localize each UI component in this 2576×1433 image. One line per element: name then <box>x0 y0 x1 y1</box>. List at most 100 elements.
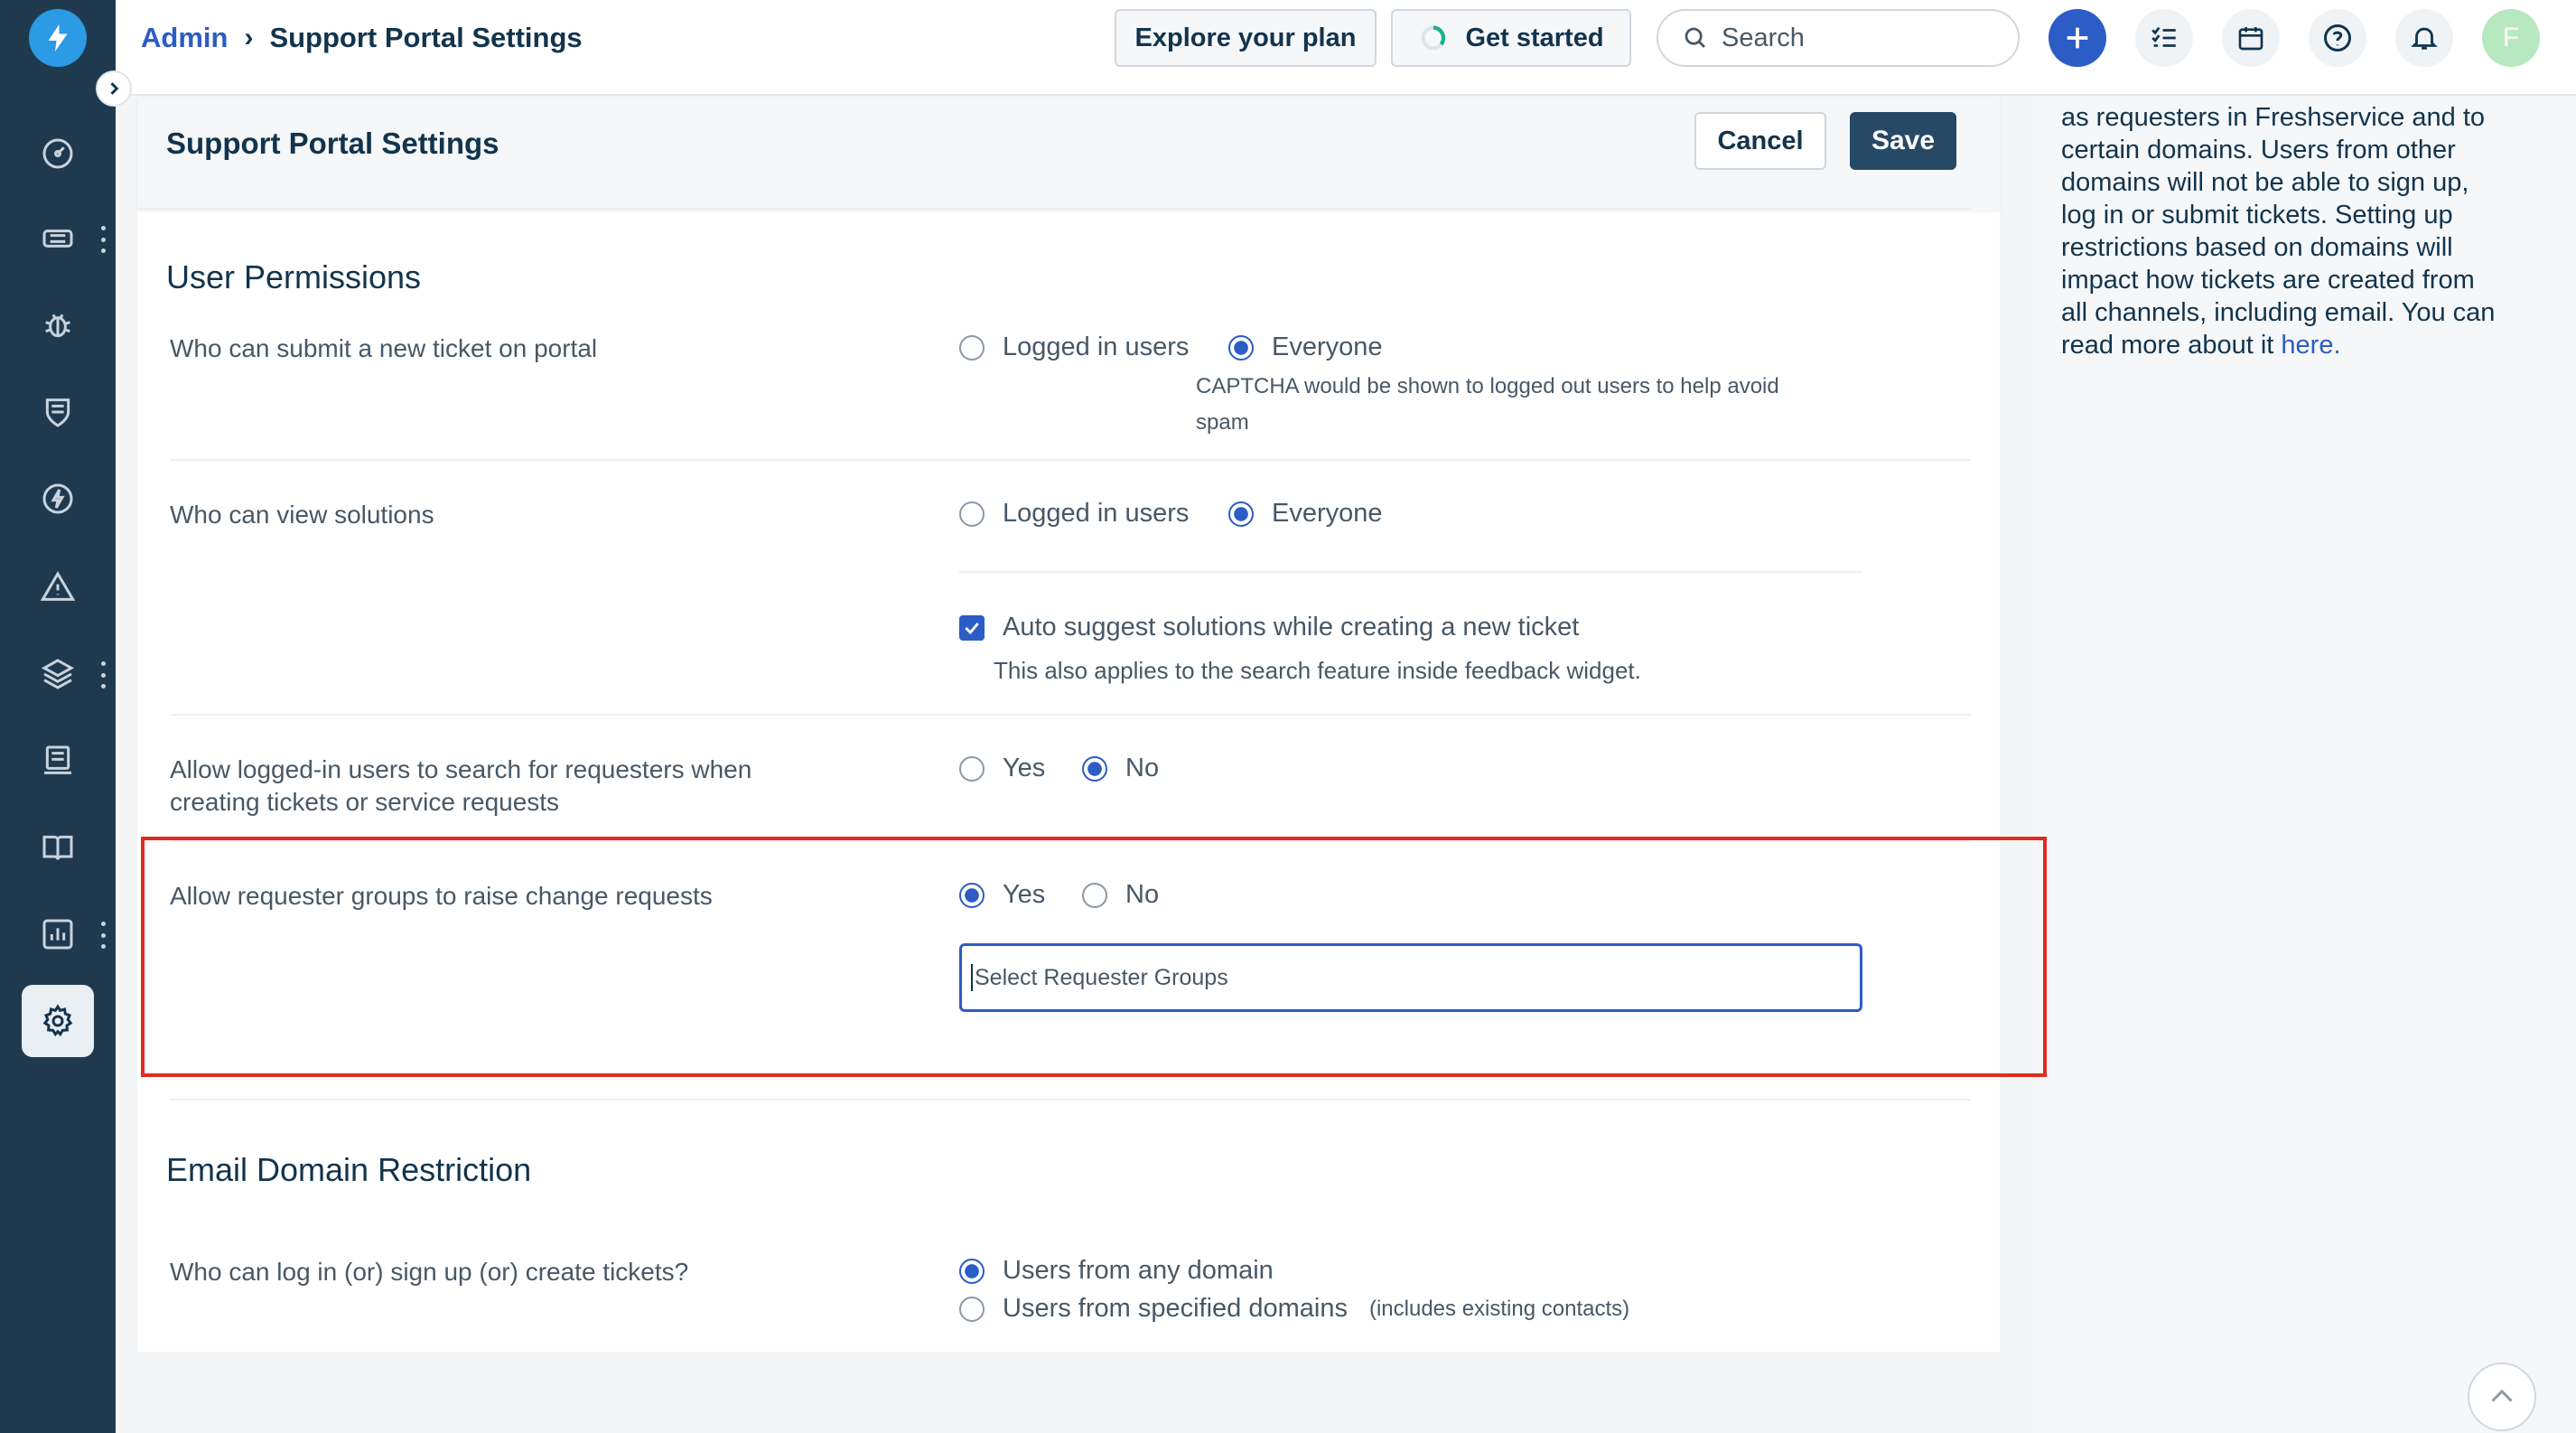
captcha-hint: CAPTCHA would be shown to logged out use… <box>1196 369 1779 441</box>
breadcrumb-current: Support Portal Settings <box>269 22 583 53</box>
bell-icon <box>2411 27 2438 50</box>
help-line-prefix: read more about it <box>2061 331 2282 360</box>
divider <box>137 208 1971 210</box>
projects-icon[interactable] <box>29 732 87 790</box>
radio-label: No <box>1125 754 1160 782</box>
cancel-button[interactable]: Cancel <box>1694 112 1826 170</box>
progress-ring-icon <box>1421 25 1446 51</box>
help-line: log in or submit tickets. Setting up <box>2061 201 2453 229</box>
specified-domains-radio[interactable]: Users from specified domains (includes e… <box>959 1294 1629 1324</box>
calendar-icon <box>2238 27 2263 51</box>
divider <box>170 1099 1971 1101</box>
submit-ticket-everyone-radio[interactable]: Everyone <box>1228 332 1383 362</box>
radio-label: Users from any domain <box>1003 1256 1274 1285</box>
alerts-icon[interactable] <box>29 558 87 616</box>
specified-domains-note: (includes existing contacts) <box>1368 1296 1630 1321</box>
get-started-label: Get started <box>1465 23 1604 52</box>
radio-label: Users from specified domains <box>1003 1294 1348 1323</box>
submit-ticket-label: Who can submit a new ticket on portal <box>170 334 598 362</box>
help-question-icon <box>2324 24 2351 52</box>
auto-suggest-hint: This also applies to the search feature … <box>994 657 1641 684</box>
view-solutions-everyone-radio[interactable]: Everyone <box>1228 499 1383 529</box>
tickets-more-icon[interactable] <box>98 226 108 253</box>
get-started-button[interactable]: Get started <box>1391 9 1631 67</box>
solutions-icon[interactable] <box>29 819 87 876</box>
help-line: impact how tickets are created from <box>2061 266 2475 295</box>
expand-nav-button[interactable] <box>96 70 132 107</box>
email-domain-heading: Email Domain Restriction <box>166 1151 532 1188</box>
help-line: read more about it here. <box>2061 329 2567 361</box>
left-nav <box>0 0 116 1433</box>
search-requesters-label-line: Allow logged-in users to search for requ… <box>170 755 752 783</box>
radio-label: Logged in users <box>1003 499 1190 528</box>
breadcrumb-separator: › <box>244 23 254 52</box>
plus-icon <box>2067 27 2088 49</box>
view-solutions-logged-in-radio[interactable]: Logged in users <box>959 499 1189 529</box>
submit-ticket-logged-in-radio[interactable]: Logged in users <box>959 332 1189 362</box>
admin-gear-icon[interactable] <box>22 985 94 1057</box>
checkbox-checked[interactable] <box>959 614 985 641</box>
highlight-box <box>141 837 2047 1077</box>
help-panel: as requesters in Freshservice and to cer… <box>2032 98 2576 1433</box>
search-input[interactable]: Search <box>1657 9 2020 67</box>
radio-button[interactable] <box>959 1296 985 1322</box>
radio-button[interactable] <box>959 1258 985 1284</box>
divider <box>170 714 1971 716</box>
divider <box>959 571 1862 573</box>
divider <box>170 459 1971 461</box>
chevron-right-icon <box>110 82 119 95</box>
reports-icon[interactable] <box>29 905 87 963</box>
help-here-link[interactable]: here. <box>2281 331 2340 360</box>
captcha-hint-line: CAPTCHA would be shown to logged out use… <box>1196 374 1779 398</box>
panel-title: Support Portal Settings <box>166 126 499 160</box>
view-solutions-label: Who can view solutions <box>170 501 434 529</box>
top-bar: Admin › Support Portal Settings Explore … <box>116 0 2576 96</box>
assets-more-icon[interactable] <box>98 661 108 688</box>
breadcrumb: Admin › Support Portal Settings <box>141 22 583 54</box>
radio-button[interactable] <box>959 501 985 527</box>
notifications-button[interactable] <box>2395 9 2453 67</box>
radio-button[interactable] <box>1082 755 1107 782</box>
auto-suggest-checkbox[interactable]: Auto suggest solutions while creating a … <box>959 613 1579 642</box>
radio-button[interactable] <box>1228 501 1254 527</box>
user-avatar[interactable]: F <box>2482 9 2540 67</box>
tickets-icon[interactable] <box>29 210 87 267</box>
panel-header: Support Portal Settings Cancel Save <box>137 98 2000 210</box>
check-icon <box>965 622 979 634</box>
captcha-hint-line: spam <box>1196 410 1249 435</box>
any-domain-radio[interactable]: Users from any domain <box>959 1256 1274 1286</box>
new-item-plus-button[interactable] <box>2049 9 2106 67</box>
save-button[interactable]: Save <box>1850 112 1956 170</box>
help-line: restrictions based on domains will <box>2061 233 2453 262</box>
user-permissions-heading: User Permissions <box>166 258 422 295</box>
help-line: domains will not be able to sign up, <box>2061 168 2469 197</box>
settings-panel: Support Portal Settings Cancel Save User… <box>137 98 2000 1352</box>
search-requesters-label: Allow logged-in users to search for requ… <box>170 754 856 819</box>
radio-button[interactable] <box>959 334 985 361</box>
radio-button[interactable] <box>959 755 985 782</box>
explore-plan-button[interactable]: Explore your plan <box>1115 9 1377 67</box>
todo-list-button[interactable] <box>2135 9 2193 67</box>
problems-icon[interactable] <box>29 296 87 354</box>
help-button[interactable] <box>2309 9 2366 67</box>
radio-button[interactable] <box>1228 334 1254 361</box>
calendar-button[interactable] <box>2222 9 2280 67</box>
search-requesters-no-radio[interactable]: No <box>1082 754 1159 783</box>
logo-bolt-icon[interactable] <box>29 9 87 67</box>
dashboard-icon[interactable] <box>29 125 87 183</box>
help-line: as requesters in Freshservice and to <box>2061 103 2486 132</box>
scroll-to-top-button[interactable] <box>2468 1363 2536 1431</box>
reports-more-icon[interactable] <box>98 922 108 949</box>
help-line: all channels, including email. You can <box>2061 298 2496 327</box>
search-icon <box>1685 27 1705 48</box>
radio-label: Yes <box>1003 754 1046 782</box>
assets-icon[interactable] <box>29 645 87 703</box>
email-domain-label: Who can log in (or) sign up (or) create … <box>170 1258 689 1286</box>
breadcrumb-admin-link[interactable]: Admin <box>141 22 228 54</box>
help-text: as requesters in Freshservice and to cer… <box>2061 101 2567 361</box>
search-requesters-yes-radio[interactable]: Yes <box>959 754 1045 783</box>
checklist-icon <box>2151 26 2176 47</box>
radio-label: Everyone <box>1272 332 1383 361</box>
releases-icon[interactable] <box>29 470 87 528</box>
changes-icon[interactable] <box>29 383 87 441</box>
